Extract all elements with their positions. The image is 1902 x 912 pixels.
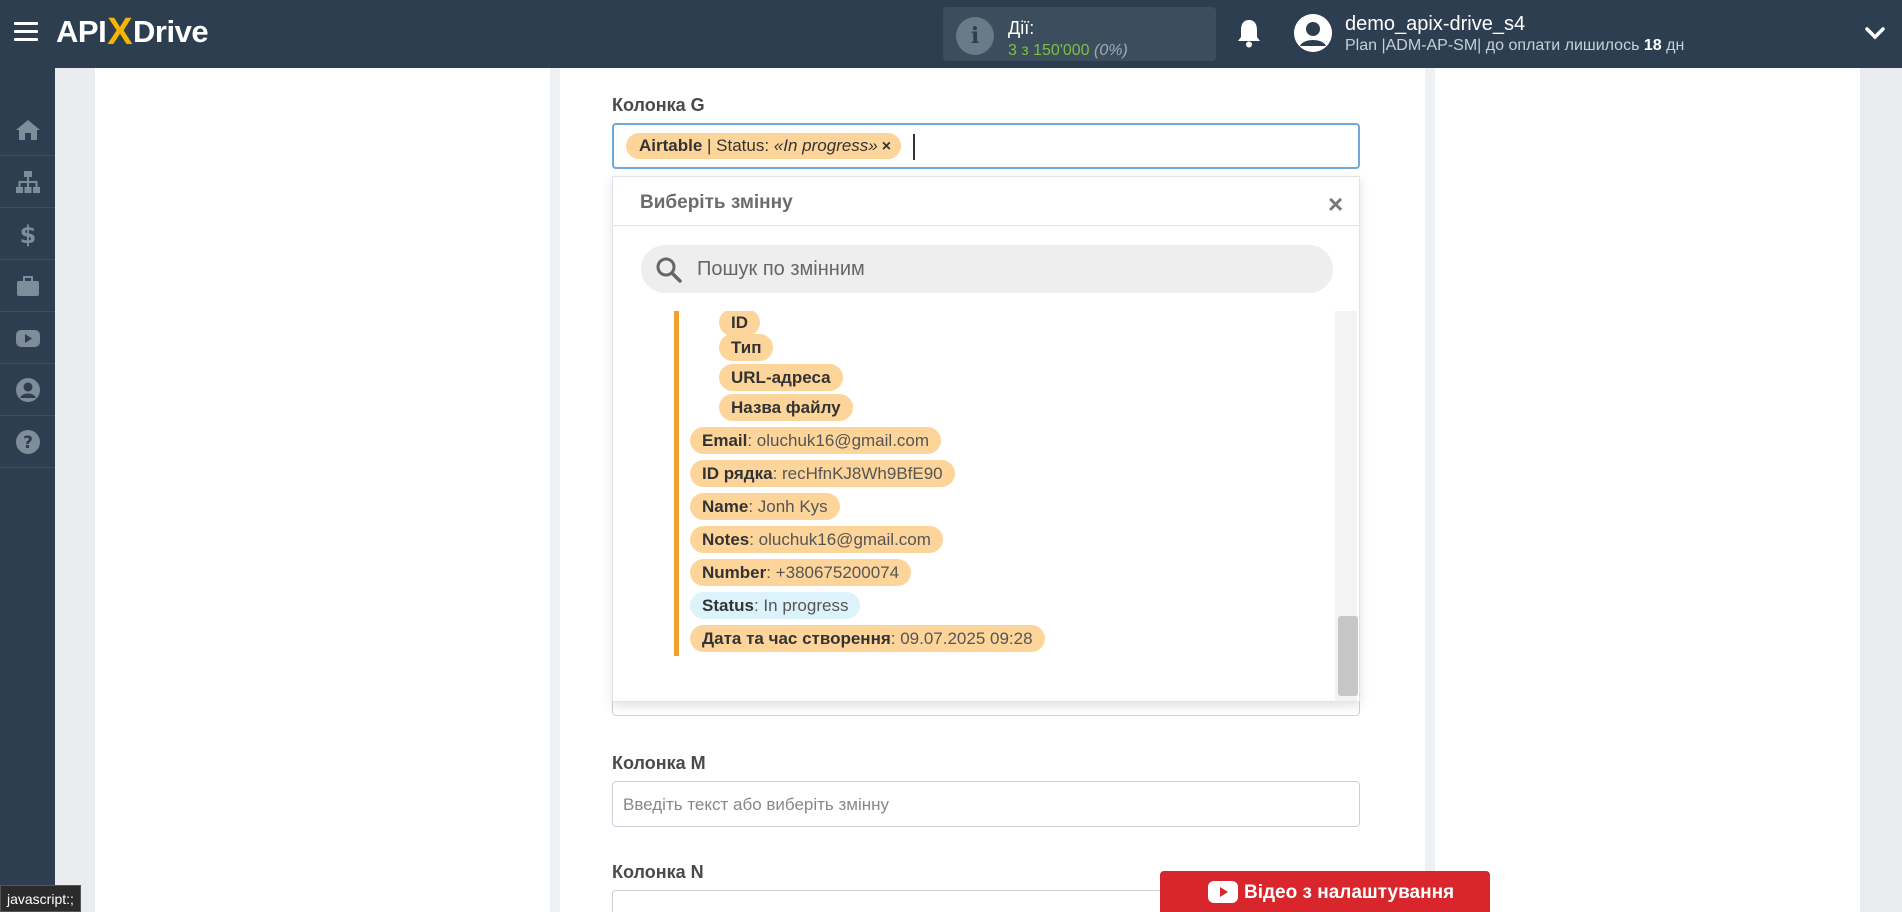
list-item[interactable]: Email: oluchuk16@gmail.com: [690, 427, 942, 454]
text-cursor: [913, 134, 915, 160]
panel-gutter-right: [1425, 68, 1435, 912]
search-icon: [656, 257, 682, 283]
info-icon: i: [956, 17, 994, 55]
avatar[interactable]: [1294, 14, 1332, 52]
actions-percent: (0%): [1094, 42, 1128, 59]
video-button-label: Відео з налаштування: [1244, 882, 1455, 903]
user-icon: [15, 377, 40, 402]
svg-text:$: $: [19, 221, 36, 248]
column-m-placeholder: Введіть текст або виберіть змінну: [623, 795, 890, 814]
actions-counter: i Дії: 3 з 150'000 (0%): [943, 7, 1216, 61]
user-icon: [1294, 14, 1332, 52]
svg-text:?: ?: [23, 433, 33, 453]
sitemap-icon: [15, 170, 40, 193]
help-icon: ?: [15, 429, 40, 454]
status-bar-url: javascript:;: [0, 885, 81, 912]
actions-label: Дії:: [1008, 18, 1035, 38]
close-icon[interactable]: ×: [1328, 189, 1343, 220]
list-item[interactable]: Дата та час створення: 09.07.2025 09:28: [690, 625, 1045, 652]
list-item[interactable]: ID: [719, 311, 760, 336]
selected-variable-tag[interactable]: Airtable | Status: «In progress» ×: [626, 133, 902, 159]
tag-source: Airtable: [639, 136, 703, 155]
plan-text: Plan |ADM-AP-SM| до оплати лишилось: [1345, 37, 1644, 54]
list-item[interactable]: ID рядка: recHfnKJ8Wh9BfE90: [690, 460, 955, 487]
bell-icon[interactable]: [1236, 18, 1262, 48]
logo-text-api: API: [56, 14, 107, 49]
youtube-icon: [15, 329, 40, 347]
briefcase-icon: [16, 275, 39, 296]
variable-dropdown: Виберіть змінну × ID Тип URL-адреса Назв…: [612, 176, 1360, 702]
dropdown-title: Виберіть змінну: [640, 192, 793, 213]
sidebar-item-business[interactable]: [0, 260, 55, 312]
variable-search[interactable]: [641, 245, 1333, 293]
chevron-down-icon[interactable]: [1864, 22, 1886, 44]
list-item[interactable]: Назва файлу: [719, 394, 853, 421]
plan-suffix: дн: [1661, 37, 1685, 54]
sidebar-item-connections[interactable]: [0, 156, 55, 208]
dropdown-header: Виберіть змінну ×: [613, 177, 1359, 226]
user-name[interactable]: demo_apix-drive_s4: [1345, 13, 1525, 36]
apixdrive-logo[interactable]: API X Drive: [56, 10, 209, 53]
list-item[interactable]: Notes: oluchuk16@gmail.com: [690, 526, 943, 553]
column-m-input[interactable]: Введіть текст або виберіть змінну: [612, 781, 1360, 827]
sidebar-item-home[interactable]: [0, 104, 55, 156]
logo-text-x: X: [107, 10, 133, 53]
dollar-icon: $: [19, 221, 36, 248]
menu-icon[interactable]: [14, 22, 38, 42]
list-item[interactable]: Тип: [719, 334, 774, 361]
list-item-selected[interactable]: Status: In progress: [690, 592, 861, 619]
column-m-label: Колонка M: [612, 753, 706, 773]
remove-tag-icon[interactable]: ×: [882, 138, 891, 155]
plan-info: Plan |ADM-AP-SM| до оплати лишилось 18 д…: [1345, 37, 1684, 55]
column-g-input[interactable]: Airtable | Status: «In progress» ×: [612, 123, 1360, 169]
column-n-label: Колонка N: [612, 862, 704, 882]
home-icon: [15, 119, 40, 140]
actions-value: 3 з 150'000 (0%): [1008, 42, 1128, 60]
video-tutorial-button[interactable]: Відео з налаштування: [1160, 871, 1490, 912]
sidebar-item-video[interactable]: [0, 312, 55, 364]
column-g-label: Колонка G: [612, 95, 705, 115]
top-bar: API X Drive i Дії: 3 з 150'000 (0%) demo_a…: [0, 0, 1902, 68]
sidebar: $ ?: [0, 68, 55, 912]
group-indicator: [674, 311, 679, 656]
tag-value: «In progress»: [773, 136, 878, 155]
list-item[interactable]: Number: +380675200074: [690, 559, 912, 586]
tag-field: | Status:: [702, 136, 774, 155]
sidebar-item-help[interactable]: ?: [0, 416, 55, 468]
logo-text-drive: Drive: [133, 14, 209, 49]
scrollbar-thumb[interactable]: [1338, 616, 1358, 696]
plan-days: 18: [1643, 37, 1662, 54]
sidebar-item-billing[interactable]: $: [0, 208, 55, 260]
panel-gutter-left: [550, 68, 560, 912]
variable-list: ID Тип URL-адреса Назва файлу Email: olu…: [613, 311, 1359, 701]
list-item[interactable]: Name: Jonh Kys: [690, 493, 840, 520]
youtube-icon: [1208, 881, 1238, 903]
actions-count: 3 з 150'000: [1008, 42, 1090, 59]
list-item[interactable]: URL-адреса: [719, 364, 843, 391]
sidebar-item-profile[interactable]: [0, 364, 55, 416]
search-input[interactable]: [697, 255, 1297, 283]
